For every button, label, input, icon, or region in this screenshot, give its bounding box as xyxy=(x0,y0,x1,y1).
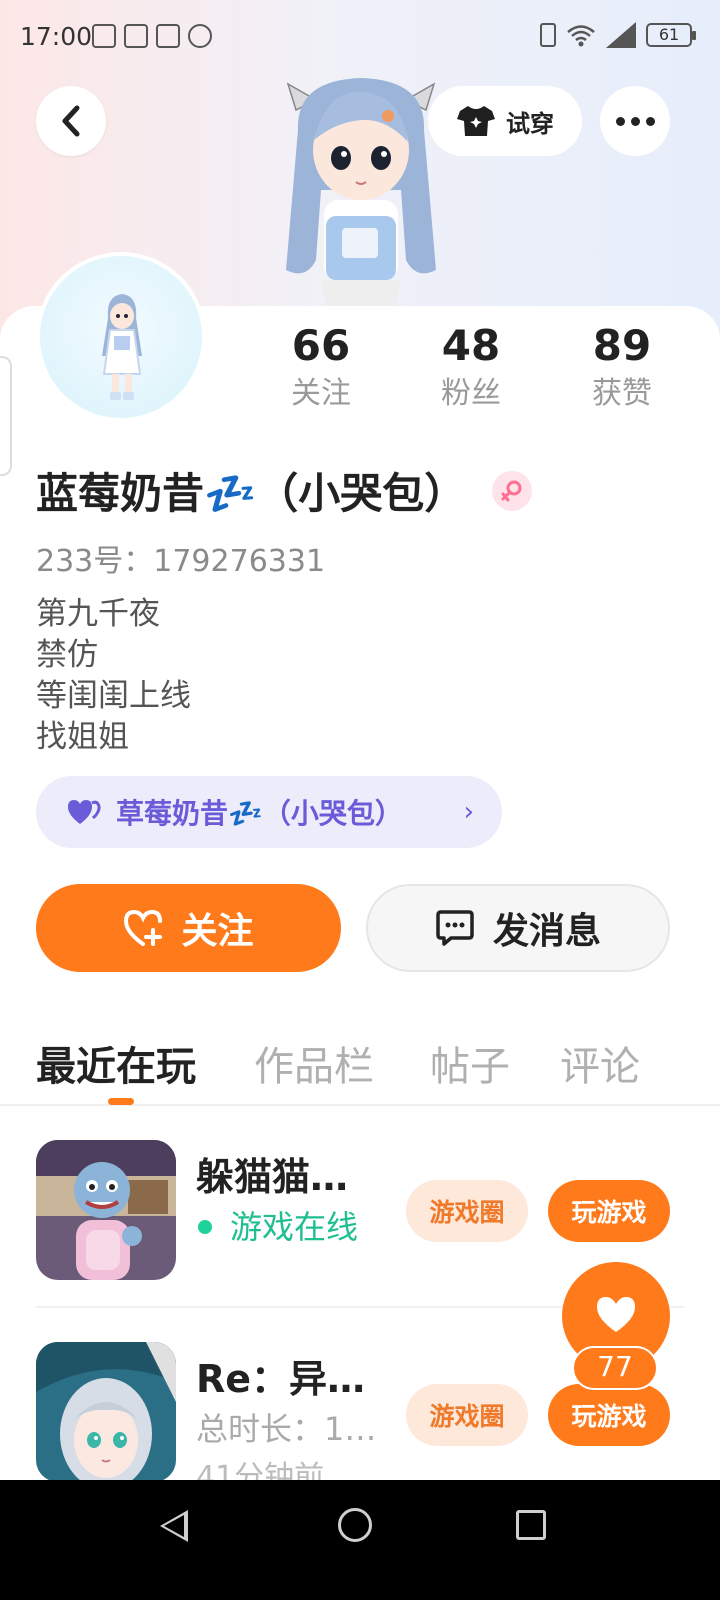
game-status: 游戏在线 xyxy=(230,1208,359,1246)
more-button[interactable] xyxy=(600,86,670,156)
nav-back-icon[interactable] xyxy=(160,1510,188,1542)
hearts-icon xyxy=(68,800,101,824)
more-dot xyxy=(630,116,640,126)
profile-tabs: 最近在玩 作品栏 帖子 评论 xyxy=(0,1030,720,1106)
system-icons: 61 xyxy=(540,22,696,48)
more-dot xyxy=(615,116,625,126)
stat-value: 66 xyxy=(291,321,351,370)
follow-label: 关注 xyxy=(181,911,254,952)
image-icon xyxy=(156,24,180,48)
nav-recents-icon[interactable] xyxy=(516,1510,546,1540)
tshirt-icon xyxy=(457,106,495,136)
profile-page: 17:00 61 试穿 66 关注 48 粉丝 89 获赞 蓝莓奶昔💤（小哭包）… xyxy=(0,0,720,1600)
bio-line: 等闺闺上线 xyxy=(36,678,191,714)
play-game-button[interactable]: 玩游戏 xyxy=(548,1384,670,1446)
try-on-button[interactable]: 试穿 xyxy=(428,86,582,156)
vibrate-icon xyxy=(540,23,556,47)
stat-label: 获赞 xyxy=(592,376,652,411)
avatar-3d-figure[interactable] xyxy=(276,70,446,310)
game-thumbnail[interactable] xyxy=(36,1342,176,1482)
status-time: 17:00 xyxy=(20,22,93,51)
stat-label: 关注 xyxy=(291,376,351,411)
bio: 第九千夜 禁仿 等闺闺上线 找姐姐 xyxy=(36,594,191,758)
try-on-label: 试穿 xyxy=(506,109,554,138)
tab-works[interactable]: 作品栏 xyxy=(254,1034,374,1092)
game-playtime: 总时长：1… xyxy=(196,1410,377,1448)
tab-comments[interactable]: 评论 xyxy=(560,1034,640,1092)
bio-line: 第九千夜 xyxy=(36,596,160,632)
heart-plus-icon xyxy=(124,909,163,946)
group-label: 草莓奶昔💤（小哭包） xyxy=(116,797,403,830)
online-status-icon xyxy=(198,1220,212,1234)
game-thumbnail[interactable] xyxy=(36,1140,176,1280)
bio-line: 找姐姐 xyxy=(36,719,129,755)
play-game-button[interactable]: 玩游戏 xyxy=(548,1180,670,1242)
female-gender-icon xyxy=(492,470,533,511)
battery-icon: 61 xyxy=(646,23,696,47)
bio-line: 禁仿 xyxy=(36,637,98,673)
tab-indicator xyxy=(108,1098,134,1105)
game-title: 躲猫猫… xyxy=(196,1155,349,1199)
notification-icons xyxy=(92,24,212,48)
game-circle-button[interactable]: 游戏圈 xyxy=(406,1180,528,1242)
stat-value: 48 xyxy=(441,321,501,370)
chat-icon xyxy=(436,910,474,946)
nav-home-icon[interactable] xyxy=(338,1508,372,1542)
tab-recently-played[interactable]: 最近在玩 xyxy=(36,1034,196,1092)
system-navigation-bar xyxy=(0,1480,720,1600)
stat-value: 89 xyxy=(592,321,652,370)
group-link[interactable]: 草莓奶昔💤（小哭包） › xyxy=(36,776,502,848)
message-button[interactable]: 发消息 xyxy=(366,884,670,972)
name-row: 蓝莓奶昔💤（小哭包） xyxy=(36,460,533,521)
back-button[interactable] xyxy=(36,86,106,156)
stat-likes[interactable]: 89 获赞 xyxy=(562,320,682,416)
stat-following[interactable]: 66 关注 xyxy=(261,320,381,416)
video-icon xyxy=(92,24,116,48)
calendar-icon xyxy=(124,24,148,48)
follow-button[interactable]: 关注 xyxy=(36,884,341,972)
username: 蓝莓奶昔💤（小哭包） xyxy=(36,469,467,518)
stat-fans[interactable]: 48 粉丝 xyxy=(411,320,531,416)
message-label: 发消息 xyxy=(492,911,601,952)
tab-posts[interactable]: 帖子 xyxy=(430,1034,510,1092)
game-circle-button[interactable]: 游戏圈 xyxy=(406,1384,528,1446)
stats-row: 66 关注 48 粉丝 89 获赞 xyxy=(0,320,720,430)
game-title: Re：异… xyxy=(196,1357,366,1401)
user-id: 233号：179276331 xyxy=(36,544,326,579)
heart-icon xyxy=(597,1297,635,1332)
more-dot xyxy=(645,116,655,126)
like-count-badge: 77 xyxy=(572,1346,658,1390)
wifi-icon xyxy=(567,25,595,47)
status-bar: 17:00 61 xyxy=(0,0,720,72)
app-icon xyxy=(188,24,212,48)
signal-icon xyxy=(606,22,636,48)
chevron-left-icon xyxy=(62,105,80,137)
stat-label: 粉丝 xyxy=(441,376,501,411)
chevron-right-icon: › xyxy=(463,797,474,827)
